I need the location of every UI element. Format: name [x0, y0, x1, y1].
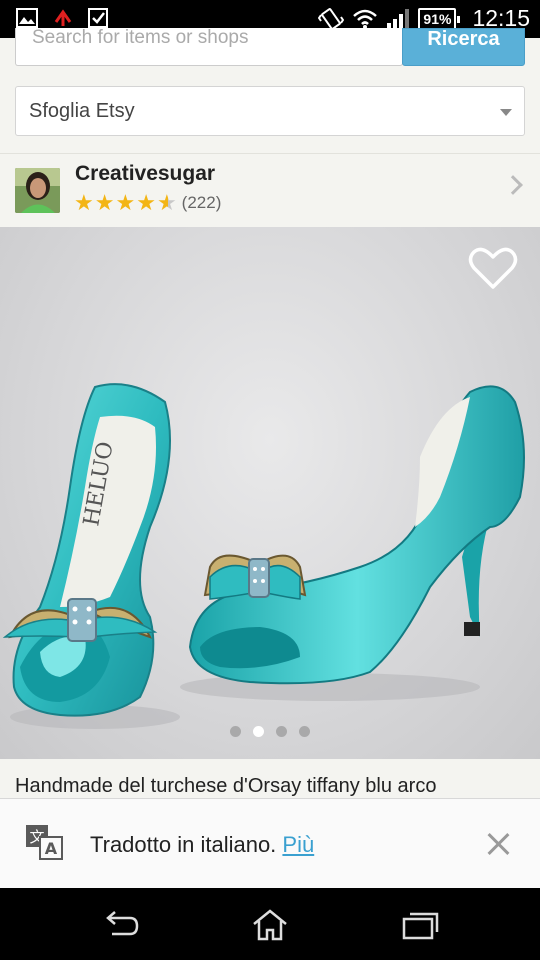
- star-icon: ★: [74, 190, 94, 215]
- pager-dot[interactable]: [276, 726, 287, 737]
- browse-etsy-label: Sfoglia Etsy: [29, 100, 135, 122]
- pager-dot-active[interactable]: [253, 726, 264, 737]
- back-icon[interactable]: [100, 908, 140, 942]
- heart-icon[interactable]: [468, 245, 518, 291]
- shop-avatar: [15, 168, 60, 213]
- checkbox-icon: [88, 8, 108, 28]
- gallery-icon: [16, 8, 38, 28]
- search-input[interactable]: Search for items or shops: [15, 28, 403, 66]
- chevron-right-icon: [503, 175, 523, 195]
- shop-header[interactable]: Creativesugar ★ ★ ★ ★ ★ (222): [0, 153, 540, 227]
- vibrate-icon: [318, 7, 345, 30]
- svg-text:A: A: [45, 839, 58, 858]
- app-screen: 91% 12:15 Search for items or shops Rice…: [0, 0, 540, 960]
- listing-title: Handmade del turchese d'Orsay tiffany bl…: [0, 759, 540, 799]
- navigation-bar: [0, 888, 540, 960]
- translation-message: Tradotto in italiano. Più: [90, 832, 314, 858]
- home-icon[interactable]: [250, 908, 290, 942]
- pager-dot[interactable]: [299, 726, 310, 737]
- battery-indicator: 91%: [418, 7, 461, 30]
- pager-dot[interactable]: [230, 726, 241, 737]
- translation-banner: 文 A Tradotto in italiano. Più: [0, 798, 540, 888]
- review-count: (222): [181, 193, 222, 212]
- star-icon: ★: [115, 190, 136, 215]
- search-bar: Search for items or shops Ricerca: [15, 28, 525, 66]
- star-icon: ★: [136, 190, 156, 215]
- image-pager: [0, 726, 540, 737]
- star-icon: ★: [94, 190, 115, 215]
- wifi-icon: [353, 9, 378, 29]
- translation-text: Tradotto in italiano.: [90, 832, 277, 857]
- usb-icon: [54, 9, 72, 26]
- more-link[interactable]: Più: [282, 832, 314, 857]
- recent-apps-icon[interactable]: [400, 908, 440, 942]
- notification-icons: [16, 8, 108, 28]
- search-area: Search for items or shops Ricerca Sfogli…: [0, 28, 540, 153]
- dropdown-arrow-icon: [500, 109, 512, 116]
- half-star-icon: ★: [156, 190, 177, 215]
- shoes-photo: HELUO: [2, 383, 525, 729]
- shop-name[interactable]: Creativesugar: [75, 162, 215, 186]
- browse-etsy-dropdown[interactable]: Sfoglia Etsy: [15, 86, 525, 136]
- shop-rating: ★ ★ ★ ★ ★ (222): [74, 192, 221, 214]
- close-icon[interactable]: [486, 832, 510, 856]
- signal-icon: [387, 8, 410, 29]
- translate-icon: 文 A: [26, 825, 63, 860]
- listing-image[interactable]: HELUO: [0, 227, 540, 759]
- search-placeholder: Search for items or shops: [32, 28, 249, 48]
- search-button[interactable]: Ricerca: [402, 28, 525, 66]
